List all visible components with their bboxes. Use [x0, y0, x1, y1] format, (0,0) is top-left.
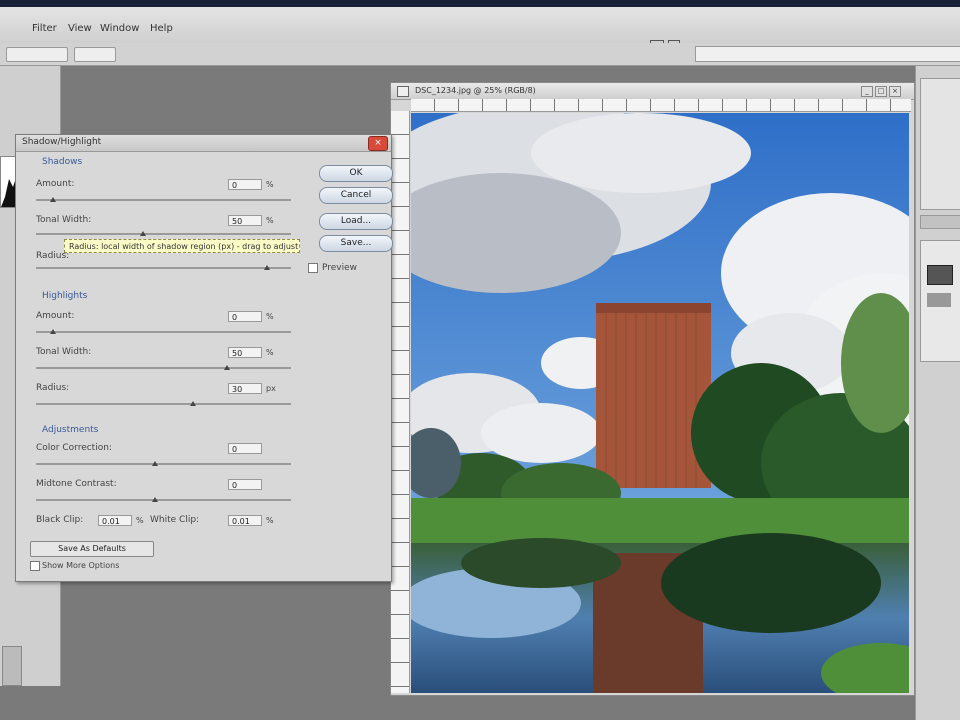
- dialog-title-bar[interactable]: Shadow/Highlight ×: [16, 135, 391, 152]
- highlights-tonal-width-unit: %: [266, 348, 274, 357]
- highlights-section-label: Highlights: [42, 291, 88, 301]
- minimize-icon[interactable]: _: [861, 86, 873, 97]
- radius-tooltip: Radius: local width of shadow region (px…: [64, 239, 300, 253]
- search-input[interactable]: [695, 46, 960, 62]
- black-clip-label: Black Clip:: [36, 515, 84, 525]
- color-correction-input[interactable]: 0: [228, 443, 262, 454]
- horizontal-ruler[interactable]: [411, 99, 911, 112]
- midtone-contrast-input[interactable]: 0: [228, 479, 262, 490]
- midtone-contrast-slider[interactable]: [36, 499, 291, 501]
- highlights-amount-unit: %: [266, 312, 274, 321]
- black-clip-unit: %: [136, 516, 144, 525]
- show-more-options-label: Show More Options: [42, 561, 120, 570]
- menu-window[interactable]: Window: [100, 23, 139, 34]
- white-clip-unit: %: [266, 516, 274, 525]
- photo-image: [411, 113, 909, 693]
- shadows-amount-input[interactable]: 0: [228, 179, 262, 190]
- preview-checkbox[interactable]: [308, 263, 318, 273]
- shadows-tonal-width-slider[interactable]: [36, 233, 291, 235]
- image-document-window[interactable]: DSC_1234.jpg @ 25% (RGB/8) _ □ ×: [390, 82, 915, 696]
- close-icon[interactable]: ×: [889, 86, 901, 97]
- menu-help[interactable]: Help: [150, 23, 173, 34]
- highlights-radius-slider[interactable]: [36, 403, 291, 405]
- shadows-tonal-width-thumb[interactable]: [140, 231, 146, 236]
- menu-filter[interactable]: Filter: [32, 23, 57, 34]
- highlights-amount-input[interactable]: 0: [228, 311, 262, 322]
- highlights-tonal-width-input[interactable]: 50: [228, 347, 262, 358]
- color-correction-thumb[interactable]: [152, 461, 158, 466]
- shadows-amount-unit: %: [266, 180, 274, 189]
- menu-view[interactable]: View: [68, 23, 92, 34]
- options-dropdown[interactable]: [74, 47, 116, 62]
- image-window-title-bar[interactable]: DSC_1234.jpg @ 25% (RGB/8) _ □ ×: [391, 83, 914, 100]
- white-clip-label: White Clip:: [150, 515, 200, 525]
- tool-preset-picker[interactable]: [6, 47, 68, 62]
- shadows-tonal-width-label: Tonal Width:: [36, 215, 92, 225]
- dialog-title: Shadow/Highlight: [22, 137, 102, 147]
- navigator-panel[interactable]: [920, 78, 960, 210]
- photo-canvas[interactable]: [411, 113, 909, 693]
- shadows-amount-slider[interactable]: [36, 199, 291, 201]
- load-button[interactable]: Load...: [319, 213, 393, 230]
- highlights-amount-label: Amount:: [36, 311, 75, 321]
- midtone-contrast-thumb[interactable]: [152, 497, 158, 502]
- layers-panel[interactable]: [920, 240, 960, 362]
- layer-thumbnail[interactable]: [927, 265, 953, 285]
- image-window-title: DSC_1234.jpg @ 25% (RGB/8): [415, 86, 536, 95]
- black-clip-input[interactable]: 0.01: [98, 515, 132, 526]
- highlights-radius-input[interactable]: 30: [228, 383, 262, 394]
- shadow-highlight-dialog: Shadow/Highlight × Shadows Amount: 0 % T…: [15, 134, 393, 582]
- save-button[interactable]: Save...: [319, 235, 393, 252]
- color-correction-slider[interactable]: [36, 463, 291, 465]
- shadows-tonal-width-input[interactable]: 50: [228, 215, 262, 226]
- shadows-section-label: Shadows: [42, 157, 83, 167]
- highlights-tonal-width-slider[interactable]: [36, 367, 291, 369]
- highlights-tonal-width-label: Tonal Width:: [36, 347, 92, 357]
- highlights-radius-unit: px: [266, 384, 276, 393]
- highlights-radius-label: Radius:: [36, 383, 70, 393]
- highlights-tonal-width-thumb[interactable]: [224, 365, 230, 370]
- shadows-radius-thumb[interactable]: [264, 265, 270, 270]
- shadows-radius-slider[interactable]: [36, 267, 291, 269]
- ok-button[interactable]: OK: [319, 165, 393, 182]
- vertical-ruler[interactable]: [391, 111, 410, 693]
- cancel-button[interactable]: Cancel: [319, 187, 393, 204]
- shadows-amount-label: Amount:: [36, 179, 75, 189]
- highlights-amount-thumb[interactable]: [50, 329, 56, 334]
- white-clip-input[interactable]: 0.01: [228, 515, 262, 526]
- highlights-radius-thumb[interactable]: [190, 401, 196, 406]
- midtone-contrast-label: Midtone Contrast:: [36, 479, 117, 489]
- adjustments-section-label: Adjustments: [42, 425, 99, 435]
- menu-bar: Filter View Window Help: [0, 7, 960, 52]
- tool-strip[interactable]: [2, 646, 22, 686]
- app-title-bar: [0, 0, 960, 7]
- save-as-defaults-button[interactable]: Save As Defaults: [30, 541, 154, 557]
- shadows-tonal-width-unit: %: [266, 216, 274, 225]
- close-icon[interactable]: ×: [368, 136, 388, 151]
- maximize-icon[interactable]: □: [875, 86, 887, 97]
- panel-tabs[interactable]: [920, 215, 960, 229]
- layer-thumbnail[interactable]: [927, 293, 951, 307]
- preview-label: Preview: [322, 263, 358, 273]
- document-icon: [397, 86, 409, 97]
- highlights-amount-slider[interactable]: [36, 331, 291, 333]
- color-correction-label: Color Correction:: [36, 443, 112, 453]
- shadows-amount-thumb[interactable]: [50, 197, 56, 202]
- show-more-options-checkbox[interactable]: [30, 561, 40, 571]
